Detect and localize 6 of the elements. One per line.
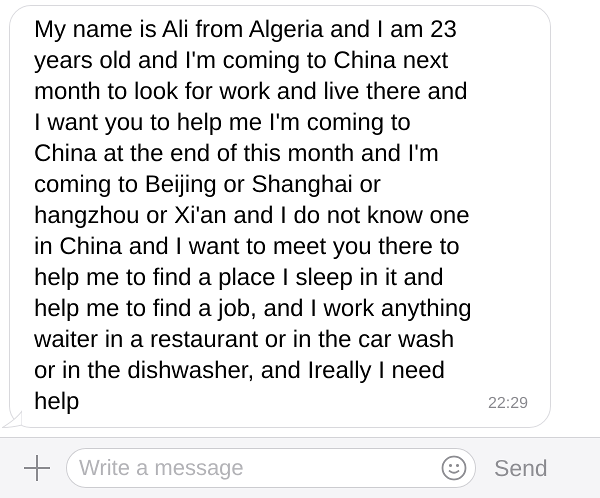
send-button[interactable]: Send xyxy=(490,454,552,482)
message-text: My name is Ali from Algeria and I am 23 years old and I'm coming to China next month to look for work and live there and I want you to help me I'm coming to China at the end of this month and I'm coming to Beijing or Shanghai or hangzhou or Xi'an and I do not know one in China and I want to meet you there to help me to find a place I sleep in it and help me to find a job, and I work anything waiter in a restaurant or in the car wash or in the dishwasher, and Ireally I need help xyxy=(34,15,473,417)
message-time: 22:29 xyxy=(488,395,528,413)
message-field[interactable]: Write a message xyxy=(66,448,476,488)
emoji-icon[interactable] xyxy=(441,455,467,481)
plus-icon[interactable] xyxy=(22,453,52,483)
